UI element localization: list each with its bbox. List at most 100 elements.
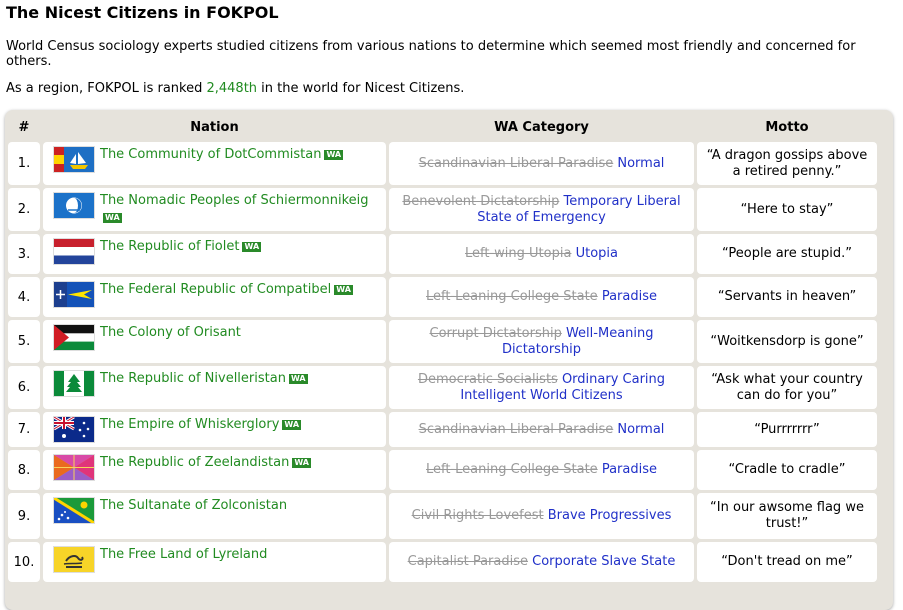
- rank-cell: 10.: [8, 542, 40, 582]
- table-row: 7. The Empire of Whiskerglory WA Scandinavi…: [8, 412, 877, 447]
- rank-cell: 6.: [8, 366, 40, 409]
- nation-link[interactable]: The Republic of Nivelleristan: [100, 371, 286, 386]
- motto-cell: “In our awsome flag we trust!”: [697, 493, 877, 539]
- rank-cell: 9.: [8, 493, 40, 539]
- nation-link[interactable]: The Nomadic Peoples of Schiermonnikeig: [100, 193, 369, 208]
- old-category: Corrupt Dictatorship: [429, 325, 562, 341]
- category-cell: Democratic Socialists Ordinary Caring In…: [389, 366, 694, 409]
- table-row: 1. The Community of DotCommistan WA Scandin…: [8, 142, 877, 185]
- motto-cell: “Here to stay”: [697, 188, 877, 231]
- nation-link[interactable]: The Sultanate of Zolconistan: [100, 498, 287, 513]
- new-category: Normal: [617, 421, 665, 437]
- nation-cell: The Republic of Fiolet WA: [43, 234, 386, 274]
- category-cell: Left-Leaning College State Paradise: [389, 277, 694, 317]
- ranking-table: # Nation WA Category Motto 1. The Communi…: [5, 112, 880, 585]
- rank-cell: 2.: [8, 188, 40, 231]
- old-category: Left-Leaning College State: [426, 289, 598, 304]
- rank-cell: 3.: [8, 234, 40, 274]
- motto-cell: “Don't tread on me”: [697, 542, 877, 582]
- table-row: 6. The Republic of Nivelleristan WA Democra…: [8, 366, 877, 409]
- rank-cell: 8.: [8, 450, 40, 490]
- nation-flag-icon[interactable]: [53, 416, 95, 443]
- nation-link[interactable]: The Republic of Zeelandistan: [100, 455, 289, 470]
- nation-cell: The Sultanate of Zolconistan: [43, 493, 386, 539]
- new-category: Paradise: [601, 289, 657, 304]
- nation-link[interactable]: The Federal Republic of Compatibel: [100, 282, 331, 297]
- header-rank: #: [18, 119, 30, 135]
- wa-member-badge: WA: [282, 419, 302, 430]
- nation-flag-icon[interactable]: [53, 324, 95, 351]
- old-category: Capitalist Paradise: [407, 554, 529, 569]
- table-row: 9. The Sultanate of Zolconistan Civil Righ…: [8, 493, 877, 539]
- old-category: Scandinavian Liberal Paradise: [418, 421, 614, 437]
- category-cell: Scandinavian Liberal Paradise Normal: [389, 142, 694, 185]
- old-category: Scandinavian Liberal Paradise: [418, 155, 614, 171]
- motto-cell: “Servants in heaven”: [697, 277, 877, 317]
- category-cell: Scandinavian Liberal Paradise Normal: [389, 412, 694, 447]
- rank-cell: 5.: [8, 320, 40, 363]
- header-category: WA Category: [494, 119, 589, 135]
- nation-cell: The Colony of Orisant: [43, 320, 386, 363]
- nation-cell: The Republic of Zeelandistan WA: [43, 450, 386, 490]
- wa-member-badge: WA: [334, 284, 353, 295]
- old-category: Democratic Socialists: [417, 371, 558, 387]
- header-motto: Motto: [765, 119, 809, 135]
- new-category: Paradise: [601, 462, 657, 477]
- nation-flag-icon[interactable]: [53, 546, 95, 573]
- category-cell: Civil Rights Lovefest Brave Progressives: [389, 493, 694, 539]
- motto-cell: “Woitkensdorp is gone”: [697, 320, 877, 363]
- nation-cell: The Nomadic Peoples of Schiermonnikeig WA: [43, 188, 386, 231]
- table-row: 10. The Free Land of Lyreland Capitalist P…: [8, 542, 877, 582]
- wa-member-badge: WA: [292, 457, 311, 468]
- table-row: 2. The Nomadic Peoples of Schiermonnikeig…: [8, 188, 877, 231]
- wa-member-badge: WA: [288, 373, 308, 384]
- nation-flag-icon[interactable]: [53, 370, 95, 397]
- rank-suffix: in the world for Nicest Citizens.: [257, 81, 465, 96]
- nation-flag-icon[interactable]: [53, 454, 95, 481]
- motto-cell: “A dragon gossips above a retired penny.…: [697, 142, 877, 185]
- wa-member-badge: WA: [324, 149, 344, 160]
- old-category: Left-wing Utopia: [465, 246, 572, 261]
- old-category: Civil Rights Lovefest: [411, 508, 544, 523]
- new-category: Brave Progressives: [547, 508, 672, 523]
- nation-flag-icon[interactable]: [53, 497, 95, 524]
- new-category: Normal: [617, 155, 665, 171]
- table-row: 5. The Colony of Orisant Corrupt Dictators…: [8, 320, 877, 363]
- rank-cell: 1.: [8, 142, 40, 185]
- nation-cell: The Free Land of Lyreland: [43, 542, 386, 582]
- motto-cell: “Purrrrrrr”: [697, 412, 877, 447]
- category-cell: Left-wing Utopia Utopia: [389, 234, 694, 274]
- rank-value: 2,448th: [206, 81, 258, 96]
- category-cell: Capitalist Paradise Corporate Slave Stat…: [389, 542, 694, 582]
- region-rank-text: As a region, FOKPOL is ranked 2,448th in…: [6, 81, 897, 96]
- new-category: Utopia: [575, 246, 618, 261]
- nation-flag-icon[interactable]: [53, 238, 95, 265]
- header-nation: Nation: [190, 119, 239, 135]
- page-title: The Nicest Citizens in FOKPOL: [6, 3, 279, 22]
- motto-cell: “Ask what your country can do for you”: [697, 366, 877, 409]
- nation-cell: The Republic of Nivelleristan WA: [43, 366, 386, 409]
- old-category: Benevolent Dictatorship: [402, 193, 560, 209]
- nation-cell: The Empire of Whiskerglory WA: [43, 412, 386, 447]
- nation-flag-icon[interactable]: [53, 146, 95, 173]
- nation-link[interactable]: The Free Land of Lyreland: [100, 547, 267, 562]
- table-row: 8. The Republic of Zeelandistan WA Left-Lea…: [8, 450, 877, 490]
- nation-cell: The Community of DotCommistan WA: [43, 142, 386, 185]
- table-header-row: # Nation WA Category Motto: [8, 115, 877, 139]
- nation-link[interactable]: The Community of DotCommistan: [100, 147, 321, 162]
- nation-link[interactable]: The Republic of Fiolet: [100, 239, 239, 254]
- category-cell: Corrupt Dictatorship Well-Meaning Dictat…: [389, 320, 694, 363]
- table-row: 3. The Republic of Fiolet WA Left-wing Utop…: [8, 234, 877, 274]
- motto-cell: “People are stupid.”: [697, 234, 877, 274]
- nation-flag-icon[interactable]: [53, 192, 95, 219]
- table-row: 4. The Federal Republic of Compatibel WA Le…: [8, 277, 877, 317]
- nation-flag-icon[interactable]: [53, 281, 95, 308]
- wa-member-badge: WA: [242, 241, 262, 252]
- nation-link[interactable]: The Empire of Whiskerglory: [100, 417, 279, 432]
- rank-prefix: As a region, FOKPOL is ranked: [6, 81, 207, 96]
- nation-link[interactable]: The Colony of Orisant: [100, 325, 241, 340]
- nation-cell: The Federal Republic of Compatibel WA: [43, 277, 386, 317]
- category-cell: Benevolent Dictatorship Temporary Libera…: [389, 188, 694, 231]
- motto-cell: “Cradle to cradle”: [697, 450, 877, 490]
- wa-member-badge: WA: [103, 212, 122, 223]
